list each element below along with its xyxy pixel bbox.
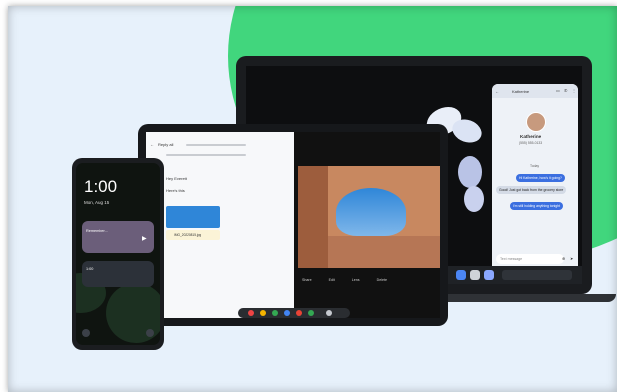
attach-icon[interactable]: ⊕ — [562, 256, 565, 261]
message-bubble: Good! Just got back from the grocery sto… — [496, 186, 567, 194]
text-line — [186, 144, 246, 146]
tablet: ← Reply all Hey Everett Here's this IMG_… — [138, 124, 448, 326]
media-notification[interactable]: Remember... ▶ — [82, 221, 154, 253]
notification-title: Remember... — [86, 229, 108, 233]
camera-icon[interactable] — [146, 329, 154, 337]
contact-avatar — [526, 112, 546, 132]
contact-name: Katherine — [520, 134, 542, 139]
flashlight-icon[interactable] — [82, 329, 90, 337]
app-icon[interactable] — [470, 270, 480, 280]
email-app: ← Reply all Hey Everett Here's this IMG_… — [146, 132, 294, 318]
arch-sky — [336, 188, 406, 236]
attachment-chip[interactable]: IMG_20220815.jpg — [166, 230, 220, 240]
play-store-icon[interactable] — [284, 310, 290, 316]
play-icon[interactable]: ▶ — [142, 235, 147, 242]
email-photo-attachment[interactable] — [166, 206, 220, 228]
phone: 1:00 Mon, Aug 15 Remember... ▶ 1:00 — [72, 158, 164, 350]
status-tray-icon[interactable] — [502, 270, 572, 280]
day-label: Today — [530, 164, 540, 168]
apps-grid-icon[interactable] — [326, 310, 332, 316]
tablet-dock — [238, 308, 350, 318]
message-notification[interactable]: 1:00 — [82, 261, 154, 287]
lockscreen-time: 1:00 — [84, 177, 118, 196]
flower-petal — [458, 156, 482, 188]
message-bubble: Hi Katherine, how's it going? — [516, 174, 565, 182]
more-options-icon[interactable]: ⋮ — [572, 88, 576, 93]
message-bubble: I'm still holding anything tonight — [510, 202, 564, 210]
email-line-1: Hey Everett — [166, 176, 187, 181]
rock-shadow — [298, 166, 328, 268]
chat-header: ← Katherine ▭ ✆ ⋮ — [492, 84, 578, 98]
chat-back-icon[interactable]: ← — [495, 89, 499, 94]
tablet-screen: ← Reply all Hey Everett Here's this IMG_… — [146, 132, 440, 318]
share-action[interactable]: Share — [302, 278, 312, 282]
photo-viewer-image[interactable] — [298, 166, 440, 268]
email-line-2: Here's this — [166, 188, 185, 193]
app-icon[interactable] — [484, 270, 494, 280]
hero-banner: ← Katherine ▭ ✆ ⋮ Katherine (555) 555-01… — [0, 0, 617, 392]
text-line — [166, 154, 246, 156]
lockscreen-shortcuts — [82, 329, 154, 339]
chrome-icon[interactable] — [260, 310, 266, 316]
gmail-icon[interactable] — [248, 310, 254, 316]
video-call-icon[interactable]: ▭ — [556, 88, 560, 93]
messages-app-icon[interactable] — [456, 270, 466, 280]
lens-action[interactable]: Lens — [352, 278, 360, 282]
flower-petal — [464, 186, 484, 212]
back-icon[interactable]: ← — [150, 142, 154, 147]
messages-app: ← Katherine ▭ ✆ ⋮ Katherine (555) 555-01… — [492, 84, 578, 272]
youtube-icon[interactable] — [296, 310, 302, 316]
attachment-name: IMG_20220815.jpg — [174, 233, 202, 237]
contact-number: (555) 555-0133 — [519, 141, 543, 145]
hero-card: ← Katherine ▭ ✆ ⋮ Katherine (555) 555-01… — [8, 6, 617, 392]
message-input[interactable]: Text message — [496, 254, 564, 264]
email-subject: Reply all — [158, 142, 174, 147]
lockscreen-date: Mon, Aug 15 — [84, 200, 110, 205]
app-icon[interactable] — [308, 310, 314, 316]
send-icon[interactable]: ➤ — [570, 256, 573, 261]
chat-header-name: Katherine — [512, 89, 530, 94]
notification-time: 1:00 — [86, 267, 94, 271]
delete-action[interactable]: Delete — [377, 278, 387, 282]
photos-icon[interactable] — [272, 310, 278, 316]
phone-call-icon[interactable]: ✆ — [564, 88, 567, 93]
photo-actions: Share Edit Lens Delete — [302, 278, 403, 282]
edit-action[interactable]: Edit — [329, 278, 335, 282]
phone-screen: 1:00 Mon, Aug 15 Remember... ▶ 1:00 — [76, 163, 160, 345]
